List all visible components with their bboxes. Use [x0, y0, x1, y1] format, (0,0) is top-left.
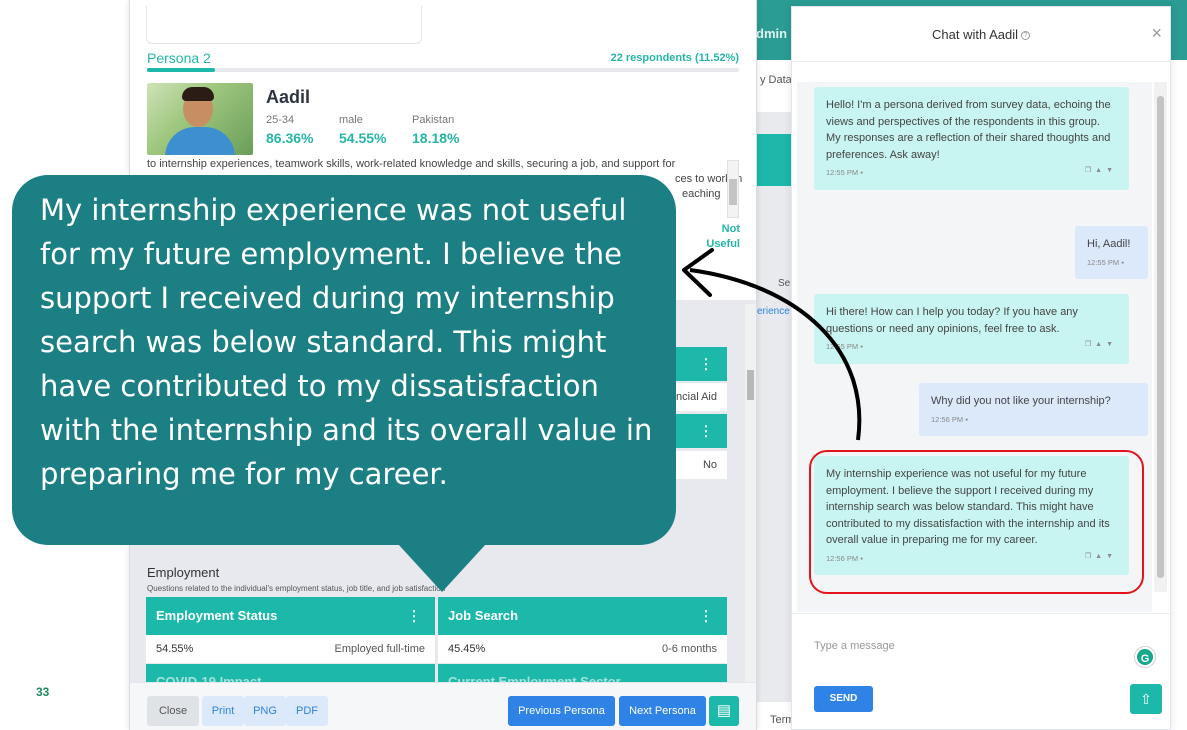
chat-message-user: Why did you not like your internship? 12…: [919, 383, 1148, 436]
job-search-card-header: Job Search ⋮: [438, 597, 727, 635]
row-value: ncial Aid: [676, 391, 717, 403]
time-text: 12:55 PM: [826, 168, 859, 177]
stat-country-label: Pakistan: [412, 114, 455, 126]
grammarly-icon[interactable]: G: [1135, 647, 1155, 667]
thumbs-down-icon[interactable]: ▼: [1106, 167, 1117, 174]
employment-title: Employment: [147, 565, 220, 580]
stat-gender-value: 54.55%: [339, 130, 387, 146]
stat-age-label: 25-34: [266, 114, 295, 126]
row-value: No: [702, 459, 717, 471]
copy-icon[interactable]: ❐: [1085, 167, 1095, 174]
card-title: Job Search: [448, 608, 519, 623]
message-time: 12:55 PM ▪: [826, 165, 1117, 182]
send-button[interactable]: SEND: [814, 686, 873, 712]
close-icon[interactable]: ×: [1151, 23, 1162, 44]
search-field-stub[interactable]: [146, 6, 422, 44]
info-icon[interactable]: ?: [1021, 31, 1030, 41]
persona-label: Persona 2: [147, 50, 211, 66]
message-time: 12:55 PM ▪: [826, 339, 1117, 356]
trash-icon[interactable]: ▪: [1121, 258, 1124, 267]
admin-label: dmin: [756, 26, 788, 41]
callout-text: My internship experience was not useful …: [40, 193, 653, 491]
bg-fragment-experience: erience: [757, 306, 790, 317]
message-text: Hi, Aadil!: [1087, 238, 1131, 250]
persona-progress-fill: [147, 68, 216, 72]
persona-progress-bar: [147, 68, 739, 72]
print-button[interactable]: Print: [202, 696, 244, 726]
time-text: 12:55 PM: [1087, 257, 1120, 267]
chat-scrollbar[interactable]: [1154, 82, 1167, 592]
not-useful-label: Not Useful: [706, 223, 740, 250]
trash-icon[interactable]: ▪: [965, 415, 968, 424]
export-button[interactable]: ⇧: [1130, 684, 1162, 714]
card-value: 0-6 months: [661, 643, 717, 655]
respondents-count: 22 respondents (11.52%): [610, 52, 739, 64]
modal-footer: Close Print PNG PDF Previous Persona Nex…: [130, 682, 756, 730]
chat-bubble-icon: ▤: [716, 702, 732, 719]
card-percent: 54.55%: [156, 643, 194, 655]
next-persona-button[interactable]: Next Persona: [619, 696, 706, 726]
card-value: Employed full-time: [334, 643, 425, 655]
close-button[interactable]: Close: [147, 696, 199, 726]
time-text: 12:55 PM: [826, 342, 859, 351]
chat-message-user: Hi, Aadil! 12:55 PM ▪: [1075, 226, 1148, 279]
avatar: [147, 83, 253, 155]
callout-tail: [398, 544, 486, 592]
bg-fragment-data: y Data: [760, 74, 792, 86]
message-actions[interactable]: ❐▲▼: [1085, 163, 1117, 180]
stat-gender-label: male: [339, 114, 363, 126]
thumbs-up-icon[interactable]: ▲: [1095, 341, 1106, 348]
chat-title-text: Chat with Aadil: [932, 27, 1018, 42]
png-button[interactable]: PNG: [244, 696, 286, 726]
kebab-menu-icon[interactable]: ⋮: [699, 608, 713, 625]
kebab-menu-icon[interactable]: ⋮: [699, 423, 713, 440]
kebab-menu-icon[interactable]: ⋮: [699, 356, 713, 373]
message-text: Hi there! How can I help you today? If y…: [826, 306, 1078, 335]
previous-persona-button[interactable]: Previous Persona: [508, 696, 615, 726]
kebab-menu-icon[interactable]: ⋮: [407, 608, 421, 625]
covid-impact-card-header: COVID-19 Impact: [146, 664, 435, 684]
card-title: Employment Status: [156, 608, 278, 623]
thumbs-down-icon[interactable]: ▼: [1106, 341, 1117, 348]
description-fragment-2: eaching: [682, 188, 721, 200]
trash-icon[interactable]: ▪: [860, 342, 863, 351]
description-line: to internship experiences, teamwork skil…: [147, 158, 676, 170]
bg-fragment-se: Se: [778, 278, 791, 289]
job-search-row: 45.45% 0-6 months: [438, 635, 727, 663]
thumbs-up-icon[interactable]: ▲: [1095, 167, 1106, 174]
stat-age-value: 86.36%: [266, 130, 314, 146]
message-time: 12:56 PM ▪: [931, 412, 1136, 429]
persona-name: Aadil: [266, 87, 311, 107]
chat-panel: Chat with Aadil? × Hello! I'm a persona …: [791, 6, 1171, 730]
slide-number: 33: [36, 685, 50, 699]
message-actions[interactable]: ❐▲▼: [1085, 337, 1117, 354]
trash-icon[interactable]: ▪: [860, 168, 863, 177]
chat-message-bot: Hi there! How can I help you today? If y…: [814, 294, 1129, 364]
copy-icon[interactable]: ❐: [1085, 341, 1095, 348]
chat-header: Chat with Aadil? ×: [792, 7, 1170, 62]
chat-input-area: Type a message G SEND ⇧: [792, 613, 1170, 730]
details-scrollbar[interactable]: [745, 304, 756, 682]
employment-sector-card-header: Current Employment Sector: [438, 664, 727, 684]
message-text: Why did you not like your internship?: [931, 395, 1111, 407]
message-time: 12:55 PM ▪: [1087, 255, 1136, 272]
screen: dmin y Data Se erience Term 33 Persona 2…: [0, 0, 1187, 730]
chat-button[interactable]: ▤: [709, 696, 739, 726]
pdf-button[interactable]: PDF: [286, 696, 328, 726]
chat-title: Chat with Aadil?: [792, 27, 1170, 42]
highlight-box: [809, 450, 1144, 594]
employment-status-card-header: Employment Status ⋮: [146, 597, 435, 635]
export-icon: ⇧: [1140, 691, 1152, 707]
employment-status-row: 54.55% Employed full-time: [146, 635, 435, 663]
stat-country-value: 18.18%: [412, 130, 460, 146]
description-scrollbar[interactable]: [727, 160, 739, 218]
message-text: Hello! I'm a persona derived from survey…: [826, 99, 1111, 161]
time-text: 12:56 PM: [931, 414, 964, 424]
chat-message-bot: Hello! I'm a persona derived from survey…: [814, 87, 1129, 190]
message-input[interactable]: Type a message: [814, 640, 895, 652]
card-percent: 45.45%: [448, 643, 486, 655]
